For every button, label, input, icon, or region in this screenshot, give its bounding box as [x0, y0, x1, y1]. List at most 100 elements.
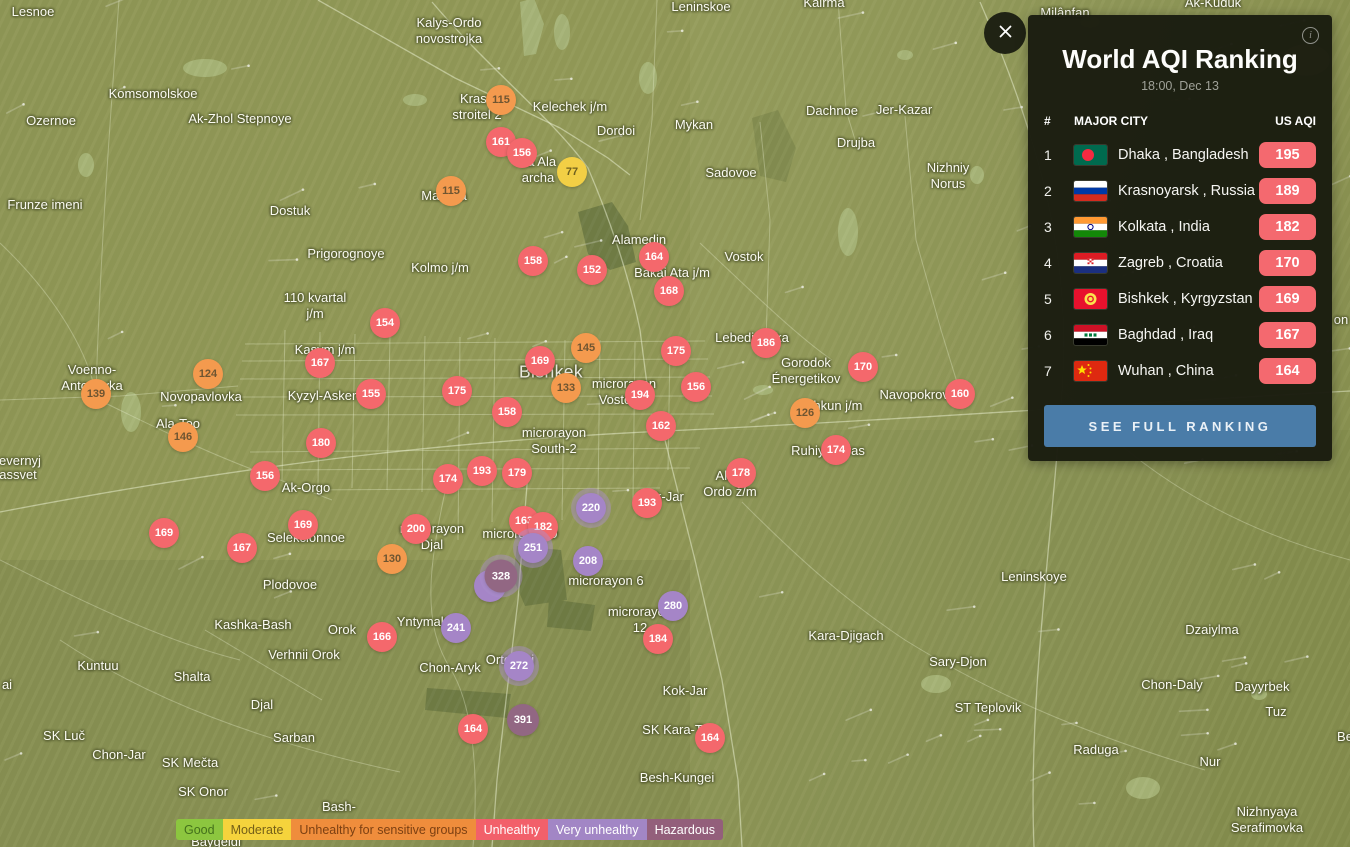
- legend-item-very-unhealthy: Very unhealthy: [548, 819, 647, 840]
- ranking-row[interactable]: 4 Zagreb , Croatia170: [1028, 245, 1332, 281]
- aqi-marker[interactable]: 174: [821, 435, 851, 465]
- aqi-marker[interactable]: 193: [632, 488, 662, 518]
- aqi-marker[interactable]: 139: [81, 379, 111, 409]
- ranking-row[interactable]: 3 Kolkata , India182: [1028, 209, 1332, 245]
- aqi-marker[interactable]: 133: [551, 373, 581, 403]
- ranking-table-header: # MAJOR CITY US AQI: [1044, 114, 1316, 128]
- rank-number: 6: [1044, 327, 1074, 343]
- rank-number: 3: [1044, 219, 1074, 235]
- aqi-marker[interactable]: 156: [681, 372, 711, 402]
- see-full-ranking-button[interactable]: SEE FULL RANKING: [1044, 405, 1316, 447]
- aqi-marker[interactable]: 220: [576, 493, 606, 523]
- aqi-marker[interactable]: 200: [401, 514, 431, 544]
- aqi-badge: 195: [1259, 142, 1316, 168]
- aqi-marker[interactable]: 164: [458, 714, 488, 744]
- ranking-row[interactable]: 5Bishkek , Kyrgyzstan169: [1028, 281, 1332, 317]
- aqi-marker[interactable]: 169: [149, 518, 179, 548]
- aqi-marker[interactable]: 280: [658, 591, 688, 621]
- city-name: Bishkek , Kyrgyzstan: [1118, 291, 1259, 307]
- aqi-marker[interactable]: 146: [168, 422, 198, 452]
- aqi-marker[interactable]: 179: [502, 458, 532, 488]
- ranking-row[interactable]: 2 Krasnoyarsk , Russia189: [1028, 173, 1332, 209]
- rank-number: 7: [1044, 363, 1074, 379]
- legend-item-hazardous: Hazardous: [647, 819, 723, 840]
- ranking-row[interactable]: 1Dhaka , Bangladesh195: [1028, 137, 1332, 173]
- aqi-marker[interactable]: 175: [661, 336, 691, 366]
- aqi-marker[interactable]: 160: [945, 379, 975, 409]
- aqi-marker[interactable]: 152: [577, 255, 607, 285]
- aqi-marker[interactable]: 328: [485, 560, 518, 593]
- aqi-legend: GoodModerateUnhealthy for sensitive grou…: [176, 819, 723, 840]
- city-name: Krasnoyarsk , Russia: [1118, 183, 1259, 199]
- rank-number: 4: [1044, 255, 1074, 271]
- aqi-marker[interactable]: 130: [377, 544, 407, 574]
- map-terrain-shade: [690, 430, 1350, 847]
- aqi-marker[interactable]: 115: [436, 176, 466, 206]
- aqi-badge: 170: [1259, 250, 1316, 276]
- close-icon: [997, 23, 1014, 43]
- rank-number: 2: [1044, 183, 1074, 199]
- aqi-marker[interactable]: 124: [193, 359, 223, 389]
- aqi-marker[interactable]: 115: [486, 85, 516, 115]
- panel-title: World AQI Ranking: [1028, 44, 1332, 75]
- ranking-row[interactable]: 7Wuhan , China164: [1028, 353, 1332, 389]
- aqi-marker[interactable]: 180: [306, 428, 336, 458]
- legend-item-moderate: Moderate: [223, 819, 292, 840]
- city-name: Kolkata , India: [1118, 219, 1259, 235]
- aqi-marker[interactable]: 169: [288, 510, 318, 540]
- aqi-marker[interactable]: 158: [518, 246, 548, 276]
- aqi-marker[interactable]: 156: [250, 461, 280, 491]
- aqi-marker[interactable]: 154: [370, 308, 400, 338]
- aqi-marker[interactable]: 77: [557, 157, 587, 187]
- legend-item-unhealthy: Unhealthy: [476, 819, 548, 840]
- column-rank: #: [1044, 114, 1074, 128]
- close-ranking-button[interactable]: [984, 12, 1026, 54]
- aqi-marker[interactable]: 169: [525, 346, 555, 376]
- aqi-badge: 182: [1259, 214, 1316, 240]
- aqi-marker[interactable]: 164: [639, 242, 669, 272]
- aqi-marker[interactable]: 174: [433, 464, 463, 494]
- aqi-marker[interactable]: 391: [507, 704, 539, 736]
- aqi-marker[interactable]: 193: [467, 456, 497, 486]
- aqi-marker[interactable]: 186: [751, 328, 781, 358]
- country-flag-cn: [1074, 361, 1118, 381]
- info-icon[interactable]: i: [1302, 27, 1319, 44]
- aqi-badge: 164: [1259, 358, 1316, 384]
- country-flag-in: [1074, 217, 1118, 237]
- legend-item-unhealthy-for-sensitive-groups: Unhealthy for sensitive groups: [291, 819, 475, 840]
- aqi-marker[interactable]: 162: [646, 411, 676, 441]
- country-flag-hr: [1074, 253, 1118, 273]
- ranking-rows: 1Dhaka , Bangladesh195 2 Krasnoyarsk , Rus…: [1028, 137, 1332, 389]
- aqi-marker[interactable]: 178: [726, 458, 756, 488]
- aqi-marker[interactable]: 167: [305, 348, 335, 378]
- city-name: Zagreb , Croatia: [1118, 255, 1259, 271]
- aqi-marker[interactable]: 126: [790, 398, 820, 428]
- aqi-marker[interactable]: 175: [442, 376, 472, 406]
- aqi-marker[interactable]: 167: [227, 533, 257, 563]
- panel-timestamp: 18:00, Dec 13: [1028, 79, 1332, 93]
- column-city: MAJOR CITY: [1074, 114, 1256, 128]
- aqi-marker[interactable]: 156: [507, 138, 537, 168]
- aqi-marker[interactable]: 184: [643, 624, 673, 654]
- world-aqi-ranking-panel: i World AQI Ranking 18:00, Dec 13 # MAJO…: [1028, 15, 1332, 461]
- aqi-marker[interactable]: 194: [625, 380, 655, 410]
- aqi-marker[interactable]: 208: [573, 546, 603, 576]
- aqi-marker[interactable]: 166: [367, 622, 397, 652]
- ranking-row[interactable]: 6Baghdad , Iraq167: [1028, 317, 1332, 353]
- aqi-marker[interactable]: 155: [356, 379, 386, 409]
- aqi-marker[interactable]: 168: [654, 276, 684, 306]
- aqi-marker[interactable]: 272: [504, 651, 534, 681]
- country-flag-kg: [1074, 289, 1118, 309]
- column-aqi: US AQI: [1256, 114, 1316, 128]
- rank-number: 1: [1044, 147, 1074, 163]
- aqi-marker[interactable]: 145: [571, 333, 601, 363]
- country-flag-ru: [1074, 181, 1118, 201]
- aqi-marker[interactable]: 158: [492, 397, 522, 427]
- aqi-marker[interactable]: 241: [441, 613, 471, 643]
- aqi-marker[interactable]: 170: [848, 352, 878, 382]
- aqi-marker[interactable]: 164: [695, 723, 725, 753]
- legend-item-good: Good: [176, 819, 223, 840]
- aqi-badge: 189: [1259, 178, 1316, 204]
- aqi-marker[interactable]: 251: [518, 533, 548, 563]
- city-name: Baghdad , Iraq: [1118, 327, 1259, 343]
